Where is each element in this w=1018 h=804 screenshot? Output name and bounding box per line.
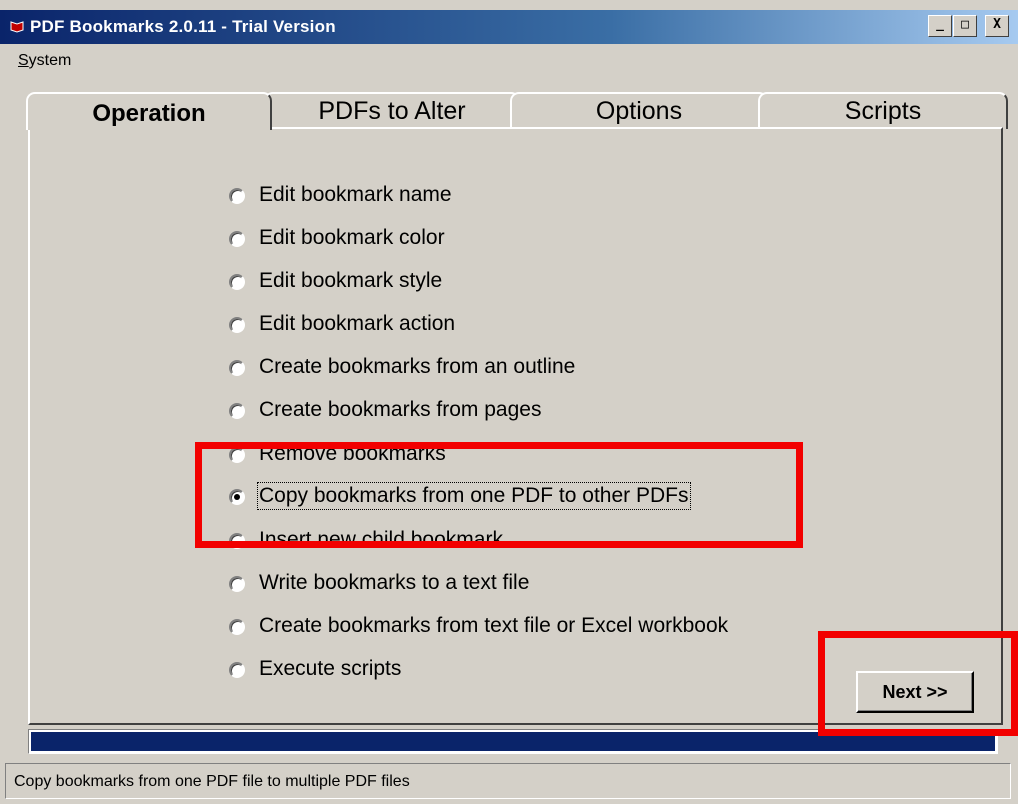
radio-button[interactable] bbox=[229, 274, 245, 290]
option-label: Edit bookmark name bbox=[259, 183, 452, 206]
option-label: Create bookmarks from pages bbox=[259, 398, 542, 421]
radio-button[interactable] bbox=[229, 403, 245, 419]
tab-pdfs-to-alter[interactable]: PDFs to Alter bbox=[264, 92, 520, 129]
option-label: Edit bookmark action bbox=[259, 312, 456, 335]
radio-button[interactable] bbox=[229, 188, 245, 204]
tab-scripts[interactable]: Scripts bbox=[758, 92, 1008, 129]
option-label: Write bookmarks to a text file bbox=[259, 571, 530, 594]
status-bar: Copy bookmarks from one PDF file to mult… bbox=[5, 763, 1011, 799]
app-bookmark-icon bbox=[10, 21, 24, 33]
option-label: Create bookmarks from an outline bbox=[259, 355, 576, 378]
radio-button[interactable] bbox=[229, 360, 245, 376]
tab-options[interactable]: Options bbox=[510, 92, 768, 129]
radio-button[interactable] bbox=[229, 576, 245, 592]
menu-system-accelerator: S bbox=[18, 52, 29, 69]
option-label: Edit bookmark style bbox=[259, 269, 443, 292]
option-label: Edit bookmark color bbox=[259, 226, 445, 249]
radio-button[interactable] bbox=[229, 662, 245, 678]
radio-button[interactable] bbox=[229, 231, 245, 247]
option-label: Create bookmarks from text file or Excel… bbox=[259, 614, 729, 637]
minimize-button[interactable]: _ bbox=[928, 15, 952, 37]
highlight-copy-option bbox=[195, 442, 803, 548]
highlight-next-button bbox=[818, 631, 1018, 736]
radio-button[interactable] bbox=[229, 619, 245, 635]
close-button[interactable]: X bbox=[985, 15, 1009, 37]
option-label: Execute scripts bbox=[259, 657, 402, 680]
menu-system[interactable]: System bbox=[18, 52, 71, 70]
title-bar[interactable]: PDF Bookmarks 2.0.11 - Trial Version _ □… bbox=[0, 10, 1018, 44]
tab-operation[interactable]: Operation bbox=[26, 92, 272, 130]
status-text: Copy bookmarks from one PDF file to mult… bbox=[14, 773, 410, 790]
window-title: PDF Bookmarks 2.0.11 - Trial Version bbox=[30, 17, 336, 36]
menu-system-label: ystem bbox=[28, 52, 72, 69]
maximize-button[interactable]: □ bbox=[953, 15, 977, 37]
radio-button[interactable] bbox=[229, 317, 245, 333]
menu-bar: System bbox=[0, 44, 1018, 78]
